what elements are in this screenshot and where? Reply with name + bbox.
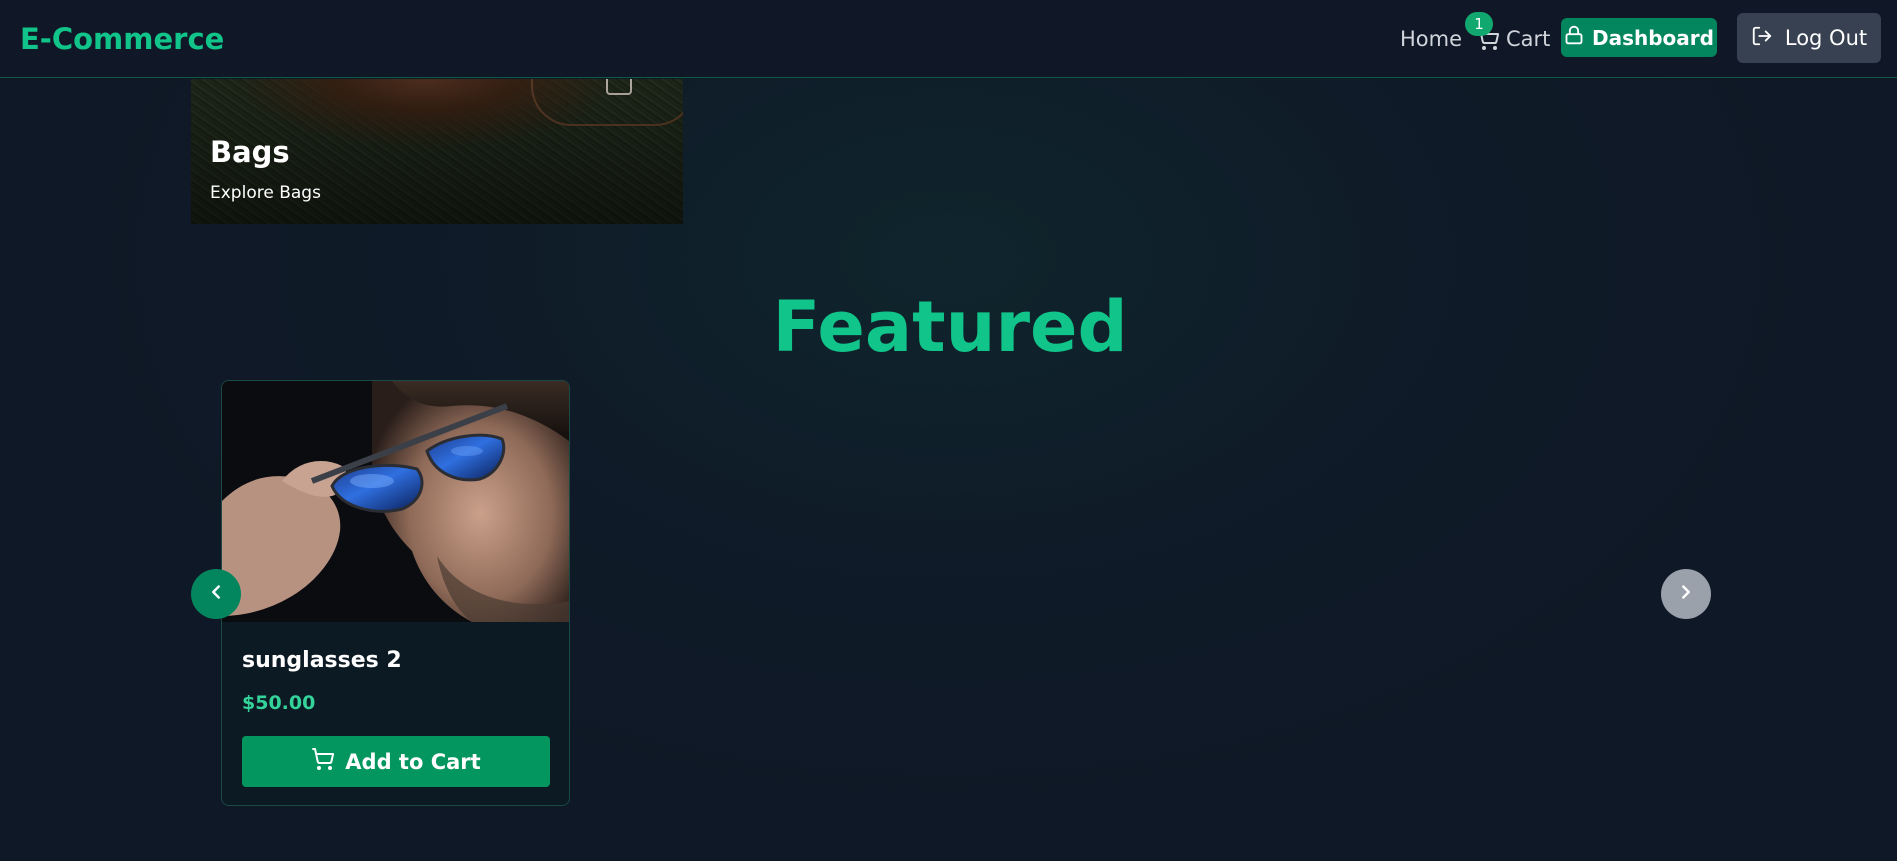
add-to-cart-label: Add to Cart bbox=[345, 749, 481, 774]
log-out-icon bbox=[1751, 25, 1785, 52]
dashboard-label: Dashboard bbox=[1592, 25, 1714, 50]
carousel-next-button[interactable] bbox=[1661, 569, 1711, 619]
carousel-prev-button[interactable] bbox=[191, 569, 241, 619]
chevron-right-icon bbox=[1675, 581, 1697, 607]
category-card-bags[interactable]: Bags Explore Bags bbox=[191, 79, 683, 224]
nav-home-link[interactable]: Home bbox=[1400, 26, 1462, 52]
logout-label: Log Out bbox=[1784, 26, 1868, 50]
logout-button[interactable]: Log Out bbox=[1737, 13, 1881, 63]
chevron-left-icon bbox=[205, 581, 227, 607]
featured-heading: Featured bbox=[772, 286, 1128, 368]
product-card: sunglasses 2 $50.00 Add to Cart bbox=[221, 380, 570, 806]
shopping-cart-icon bbox=[311, 747, 345, 776]
cart-count-badge: 1 bbox=[1465, 12, 1493, 36]
cart-label: Cart bbox=[1506, 27, 1551, 51]
add-to-cart-button[interactable]: Add to Cart bbox=[242, 736, 550, 787]
dashboard-button[interactable]: Dashboard bbox=[1561, 18, 1717, 57]
lock-icon bbox=[1564, 25, 1592, 50]
brand-logo[interactable]: E-Commerce bbox=[20, 20, 224, 58]
category-subtitle: Explore Bags bbox=[210, 183, 321, 203]
category-title: Bags bbox=[210, 135, 290, 169]
product-image[interactable] bbox=[222, 381, 569, 622]
product-price: $50.00 bbox=[242, 692, 316, 714]
product-name[interactable]: sunglasses 2 bbox=[242, 647, 402, 675]
navbar: E-Commerce Home Cart 1 Dashboard Log Out bbox=[0, 0, 1897, 78]
